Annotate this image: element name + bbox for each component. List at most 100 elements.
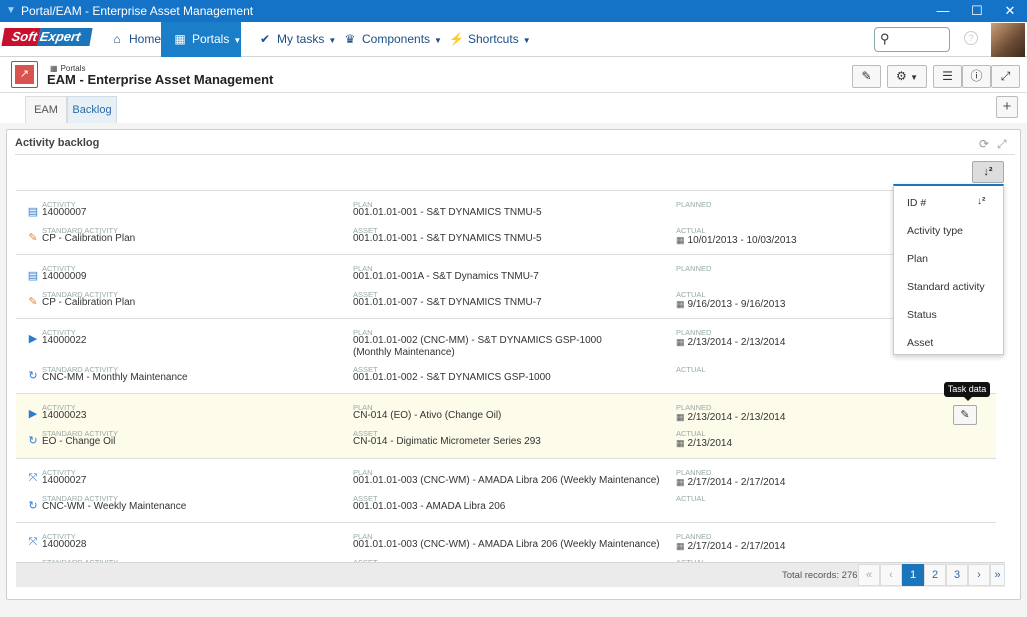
help-icon[interactable]: ? — [964, 31, 978, 45]
actual-label: ACTUAL — [676, 365, 706, 374]
sort-option-asset[interactable]: Asset — [907, 337, 933, 349]
asset-value: 001.01.01-007 - S&T DYNAMICS TNMU-7 — [353, 297, 542, 308]
fullscreen-button[interactable]: ⤢ — [991, 65, 1020, 88]
chevron-down-icon: ▼ — [233, 36, 242, 45]
standard-activity-value: CP - Calibration Plan — [42, 297, 136, 308]
window-title: Portal/EAM - Enterprise Asset Management — [21, 4, 254, 18]
actual-dates: ▦ 10/01/2013 - 10/03/2013 — [676, 234, 797, 247]
sort-button[interactable]: ↓² — [972, 161, 1004, 183]
chevron-down-icon: ▼ — [910, 73, 919, 82]
calendar-icon: ▦ — [676, 412, 685, 422]
tab-eam[interactable]: EAM — [25, 96, 67, 123]
list-item[interactable]: ▶ ACTIVITY 14000022 ↻ STANDARD ACTIVITY … — [16, 319, 996, 394]
calendar-icon: ▦ — [676, 235, 685, 245]
pagination-bar: Total records: 276 « ‹ 1 2 3 › » — [16, 562, 1005, 587]
cycle-icon: ↻ — [28, 435, 38, 447]
nav-home[interactable]: ⌂ Home — [104, 22, 167, 57]
activity-id: 14000007 — [42, 207, 87, 218]
plus-icon: + — [1002, 98, 1012, 115]
prev-page-button[interactable]: ‹ — [880, 564, 902, 586]
pencil-icon: ✎ — [861, 69, 872, 83]
expand-icon: ⤢ — [1000, 69, 1011, 83]
page-title: EAM - Enterprise Asset Management — [47, 72, 274, 87]
maximize-icon[interactable]: ☐ — [960, 0, 994, 22]
divider — [15, 154, 1015, 155]
list-item[interactable]: ▶ ACTIVITY 14000023 ↻ STANDARD ACTIVITY … — [16, 394, 996, 459]
actual-dates: ▦ 9/16/2013 - 9/16/2013 — [676, 298, 785, 311]
cycle-icon: ↻ — [28, 370, 38, 382]
sort-option-status[interactable]: Status — [907, 309, 937, 321]
sort-option-standard-activity[interactable]: Standard activity — [907, 281, 985, 293]
standard-activity-value: CP - Calibration Plan — [42, 233, 136, 244]
asset-value: CN-014 - Digimatic Micrometer Series 293 — [353, 436, 541, 447]
search-icon: ⚲ — [880, 31, 890, 46]
settings-button[interactable]: ⚙ ▼ — [887, 65, 927, 88]
plan-value: 001.01.01-001A - S&T Dynamics TNMU-7 — [353, 271, 539, 282]
edit-portal-button[interactable]: ✎ — [852, 65, 881, 88]
clipboard-icon: ▤ — [27, 206, 39, 218]
page-2-button[interactable]: 2 — [924, 564, 946, 586]
first-page-button[interactable]: « — [858, 564, 880, 586]
tab-backlog[interactable]: Backlog — [67, 96, 117, 123]
next-page-button[interactable]: › — [968, 564, 990, 586]
play-icon: ▶ — [28, 333, 38, 345]
chevron-down-icon: ▼ — [522, 36, 531, 45]
task-data-button[interactable]: ✎ — [953, 405, 977, 425]
sort-icon: ↓² — [977, 196, 986, 207]
add-tab-button[interactable]: + — [996, 96, 1018, 118]
activity-id: 14000023 — [42, 410, 87, 421]
planned-value: 2/13/2014 - 2/13/2014 — [687, 337, 786, 348]
minimize-icon[interactable]: — — [926, 0, 960, 22]
nav-components-label: Components — [362, 32, 431, 46]
list-item[interactable]: ⤧ ACTIVITY 14000028 STANDARD ACTIVITY PL… — [16, 523, 996, 562]
activity-id: 14000009 — [42, 271, 87, 282]
asset-value: 001.01.01-003 - AMADA Libra 206 — [353, 501, 506, 512]
nav-portals-label: Portals — [192, 32, 230, 46]
softexpert-logo[interactable]: Soft Expert — [1, 28, 93, 48]
lightning-icon: ⚡ — [449, 32, 464, 46]
close-icon[interactable]: ✕ — [993, 0, 1027, 22]
info-icon: ⓘ — [970, 69, 983, 83]
activity-id: 14000028 — [42, 539, 87, 550]
chevron-down-icon: ▼ — [328, 36, 337, 45]
plan-value: CN-014 (EO) - Ativo (Change Oil) — [353, 410, 502, 421]
planned-dates: ▦ 2/17/2014 - 2/17/2014 — [676, 540, 785, 553]
search-input[interactable]: ⚲ — [874, 27, 950, 52]
planned-dates: ▦ 2/13/2014 - 2/13/2014 — [676, 336, 785, 349]
activity-backlog-panel: Activity backlog ⟳ ⤢ ↓² ▤ ACTIVITY 14000… — [6, 129, 1021, 600]
activity-id: 14000027 — [42, 475, 87, 486]
gear-icon: ⚙ — [895, 69, 907, 83]
expand-icon[interactable]: ⤢ — [997, 137, 1007, 152]
sort-option-id[interactable]: ID # — [907, 197, 926, 209]
clipboard-icon: ▤ — [27, 270, 39, 282]
sort-option-plan[interactable]: Plan — [907, 253, 928, 265]
list-item[interactable]: ▤ ACTIVITY 14000007 ✎ STANDARD ACTIVITY … — [16, 191, 996, 255]
calendar-icon: ▦ — [676, 299, 685, 309]
plan-value: 001.01.01-002 (CNC-MM) - S&T DYNAMICS GS… — [353, 335, 602, 358]
chevron-down-icon: ▼ — [434, 36, 442, 45]
planned-value: 2/13/2014 - 2/13/2014 — [687, 412, 786, 423]
refresh-icon[interactable]: ⟳ — [979, 137, 989, 151]
planned-label: PLANNED — [676, 200, 712, 209]
nav-portals[interactable]: ▦ Portals ▼ — [161, 22, 241, 57]
nav-my-tasks[interactable]: ✔ My tasks ▼ — [252, 22, 342, 57]
page-1-button[interactable]: 1 — [902, 564, 924, 586]
plan-value: 001.01.01-003 (CNC-WM) - AMADA Libra 206… — [353, 475, 660, 486]
standard-activity-value: CNC-WM - Weekly Maintenance — [42, 501, 187, 512]
info-button[interactable]: ⓘ — [962, 65, 991, 88]
list-item[interactable]: ▤ ACTIVITY 14000009 ✎ STANDARD ACTIVITY … — [16, 255, 996, 319]
page-3-button[interactable]: 3 — [946, 564, 968, 586]
nav-components[interactable]: ♛ Components ▼ — [337, 22, 448, 57]
list-item[interactable]: ⤧ ACTIVITY 14000027 ↻ STANDARD ACTIVITY … — [16, 459, 996, 523]
portals-icon: ▦ — [174, 32, 186, 46]
nav-shortcuts[interactable]: ⚡ Shortcuts ▼ — [443, 22, 537, 57]
actual-value: 9/16/2013 - 9/16/2013 — [687, 299, 786, 310]
calendar-icon: ▦ — [676, 438, 685, 448]
avatar[interactable] — [991, 23, 1025, 57]
chart-icon: ↗ — [15, 65, 34, 84]
actual-label: ACTUAL — [676, 494, 706, 503]
title-bar: ▼ Portal/EAM - Enterprise Asset Manageme… — [0, 0, 1027, 22]
sort-option-activity-type[interactable]: Activity type — [907, 225, 963, 237]
last-page-button[interactable]: » — [990, 564, 1005, 586]
filter-button[interactable]: ☰ — [933, 65, 962, 88]
